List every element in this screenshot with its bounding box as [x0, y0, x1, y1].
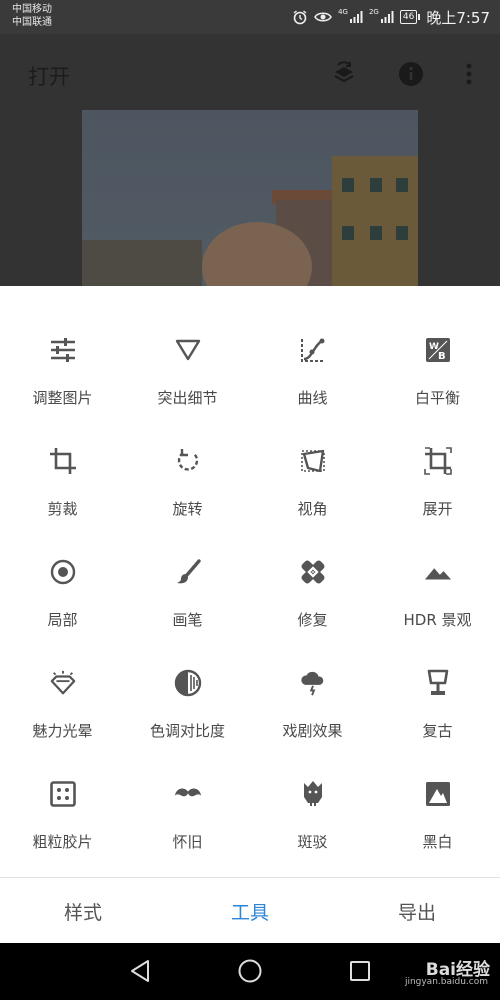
tool-rotate[interactable]: 旋转: [125, 397, 250, 518]
photo-window: [342, 178, 354, 192]
watermark-url: jingyan.baidu.com: [404, 977, 488, 987]
carrier-info: 中国移动 中国联通: [12, 3, 52, 29]
target-icon: [49, 558, 77, 586]
tool-curves[interactable]: 曲线: [250, 286, 375, 407]
tool-label: 怀旧: [172, 833, 203, 851]
photo-building-right: [332, 156, 418, 286]
dice-icon: [49, 780, 77, 808]
tool-grainy-film[interactable]: 粗粒胶片: [0, 730, 125, 851]
tool-hdr-scape[interactable]: HDR 景观: [375, 508, 500, 629]
tool-black-white[interactable]: 黑白: [375, 730, 500, 851]
bottom-tab-bar: 样式 工具 导出: [0, 877, 500, 943]
info-icon[interactable]: [398, 61, 424, 87]
expand-icon: [423, 447, 452, 475]
clock: 晚上7:57: [426, 8, 490, 27]
screen: 中国移动 中国联通 4G 2G 46 晚上7:57 打开 调整图片 突出细节 曲…: [0, 0, 500, 1000]
tool-label: 斑驳: [297, 833, 328, 851]
photo-window: [342, 226, 354, 240]
status-bar: 中国移动 中国联通 4G 2G 46 晚上7:57: [0, 0, 500, 34]
signal-1-tag: 4G: [338, 8, 348, 16]
tool-perspective[interactable]: 视角: [250, 397, 375, 518]
triangle-down-icon: [174, 336, 202, 364]
tool-details[interactable]: 突出细节: [125, 286, 250, 407]
app-header: 打开: [0, 34, 500, 286]
carrier-1: 中国移动: [12, 4, 52, 15]
home-icon[interactable]: [236, 957, 264, 985]
signal-2-tag: 2G: [368, 8, 379, 16]
tab-tools[interactable]: 工具: [167, 878, 333, 944]
signal-2-icon: [380, 11, 394, 23]
tab-export[interactable]: 导出: [334, 878, 500, 944]
rotate-icon: [174, 447, 202, 475]
tool-label: 黑白: [422, 833, 453, 851]
grunge-icon: [299, 780, 327, 808]
curves-icon: [299, 336, 327, 364]
white-balance-icon: WB: [424, 336, 452, 364]
tool-expand[interactable]: 展开: [375, 397, 500, 518]
recents-icon[interactable]: [346, 957, 374, 985]
tool-label: 粗粒胶片: [32, 833, 93, 851]
eye-icon: [314, 12, 332, 22]
mountains-icon: [424, 558, 452, 586]
system-nav-bar: Bai经验 jingyan.baidu.com: [0, 943, 500, 1000]
sliders-icon: [49, 336, 77, 364]
tool-selective[interactable]: 局部: [0, 508, 125, 629]
tonal-contrast-icon: [174, 669, 202, 697]
photo-window: [396, 178, 408, 192]
layers-icon[interactable]: [331, 61, 357, 87]
battery-indicator: 46: [399, 10, 421, 24]
storm-cloud-icon: [299, 669, 327, 697]
tool-vintage[interactable]: 复古: [375, 619, 500, 740]
photo-preview[interactable]: [82, 110, 418, 286]
photo-building-left: [82, 240, 202, 286]
mustache-icon: [174, 780, 202, 808]
photo-window: [370, 178, 382, 192]
crop-icon: [49, 447, 77, 475]
tool-grunge[interactable]: 斑驳: [250, 730, 375, 851]
diamond-glow-icon: [49, 669, 77, 697]
tool-brush[interactable]: 画笔: [125, 508, 250, 629]
tool-healing[interactable]: 修复: [250, 508, 375, 629]
tool-tune-image[interactable]: 调整图片: [0, 286, 125, 407]
status-icons: 4G 2G 46 晚上7:57: [292, 0, 490, 34]
svg-text:B: B: [438, 351, 446, 362]
tool-crop[interactable]: 剪裁: [0, 397, 125, 518]
more-vert-icon[interactable]: [456, 61, 482, 87]
tool-drama[interactable]: 戏剧效果: [250, 619, 375, 740]
alarm-icon: [293, 10, 307, 25]
open-button[interactable]: 打开: [28, 61, 70, 91]
tools-sheet: 调整图片 突出细节 曲线 WB 白平衡 剪裁 旋转 视角 展开 局部 画笔 修复…: [0, 286, 500, 877]
tool-white-balance[interactable]: WB 白平衡: [375, 286, 500, 407]
bandage-icon: [299, 558, 327, 586]
carrier-2: 中国联通: [12, 17, 52, 28]
black-white-icon: [424, 780, 452, 808]
tool-tonal-contrast[interactable]: 色调对比度: [125, 619, 250, 740]
lamp-icon: [424, 669, 452, 697]
tool-glamour-glow[interactable]: 魅力光晕: [0, 619, 125, 740]
signal-1-icon: [349, 11, 363, 23]
battery-tip: [418, 14, 421, 20]
photo-window: [396, 226, 408, 240]
tool-retrolux[interactable]: 怀旧: [125, 730, 250, 851]
brush-icon: [174, 558, 202, 586]
photo-window: [370, 226, 382, 240]
back-icon[interactable]: [126, 957, 154, 985]
perspective-icon: [299, 447, 327, 475]
battery-level: 46: [399, 10, 418, 24]
tab-styles[interactable]: 样式: [0, 878, 166, 944]
